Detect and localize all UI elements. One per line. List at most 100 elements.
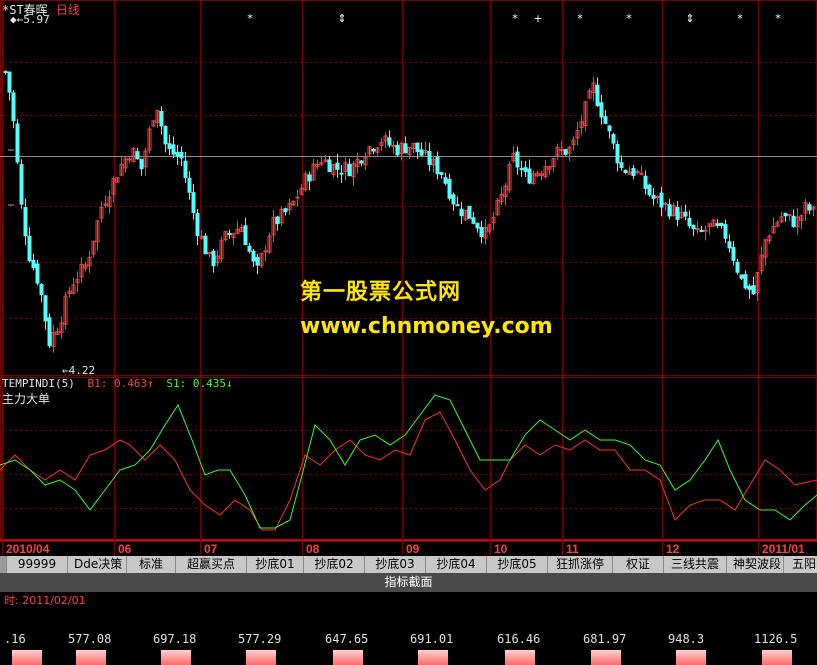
tab-狂抓涨停[interactable]: 狂抓涨停 (548, 556, 613, 573)
candle-body (723, 224, 728, 239)
candle-body (159, 110, 164, 127)
indicator-header: TEMPINDI(5) B1: 0.463↑ S1: 0.435↓ (2, 377, 233, 390)
candle-body (263, 250, 268, 253)
candle-body (283, 208, 288, 213)
candle-body (663, 202, 668, 205)
candle-body (435, 156, 440, 175)
signal-marker: * (626, 12, 632, 25)
tab-抄底03[interactable]: 抄底03 (365, 556, 426, 573)
bottom-value-bar (161, 650, 191, 665)
candle-body (607, 125, 612, 132)
candle-body (403, 143, 408, 154)
x-tick-label: 12 (666, 542, 680, 555)
candle-body (667, 204, 672, 217)
tab-抄底01[interactable]: 抄底01 (247, 556, 304, 573)
candle-body (735, 261, 740, 273)
date-bar: 时: 2011/02/01 (0, 592, 817, 610)
x-tick-label: 10 (494, 542, 508, 555)
candle-body (419, 149, 424, 156)
tab-Dde决策[interactable]: Dde决策 (68, 556, 127, 573)
candle-body (731, 247, 736, 261)
tab-抄底05[interactable]: 抄底05 (487, 556, 548, 573)
tab-五阳[interactable]: 五阳 (784, 556, 817, 573)
candle-body (35, 263, 40, 284)
candle-body (783, 212, 788, 217)
candle-body (659, 192, 664, 208)
candle-body (655, 195, 660, 198)
candle-body (747, 285, 752, 290)
bottom-value-bar (505, 650, 535, 665)
candle-body (751, 285, 756, 295)
candle-body (19, 164, 24, 205)
candle-body (247, 245, 252, 252)
candle-body (183, 160, 188, 179)
bottom-value-bar (676, 650, 706, 665)
candle-body (307, 174, 312, 182)
tab-三线共震[interactable]: 三线共震 (664, 556, 727, 573)
tab-超赢买点[interactable]: 超赢买点 (176, 556, 247, 573)
candle-body (139, 158, 144, 170)
candle-body (479, 226, 484, 238)
bottom-values: .16 577.08 697.18 577.29 647.65 691.01 616.46 6… (0, 610, 817, 665)
tab-标准[interactable]: 标准 (127, 556, 176, 573)
x-tick-label: 06 (118, 542, 132, 555)
bottom-value-bar (762, 650, 792, 665)
candle-body (359, 160, 364, 164)
candle-body (23, 207, 28, 237)
watermark-title: 第一股票公式网 (300, 280, 462, 305)
bottom-value-bar (246, 650, 276, 665)
bottom-value: 616.46 (497, 632, 541, 646)
bottom-value-bar (333, 650, 363, 665)
candle-body (643, 175, 648, 189)
bottom-value: 577.08 (68, 632, 112, 646)
candle-body (475, 222, 480, 229)
candle-body (651, 195, 656, 199)
candle-body (387, 137, 392, 146)
signal-marker: * (775, 12, 781, 25)
bottom-value: 681.97 (583, 632, 627, 646)
candle-body (595, 84, 600, 106)
candle-body (715, 223, 720, 226)
tab-99999[interactable]: 99999 (7, 556, 68, 573)
candle-body (391, 144, 396, 147)
candle-body (3, 71, 8, 74)
indicator-subtitle: 主力大单 (2, 392, 51, 406)
indicator-name: TEMPINDI(5) (2, 377, 75, 390)
tab-抄底04[interactable]: 抄底04 (426, 556, 487, 573)
indicator-panel-border (0, 377, 817, 540)
candle-body (603, 116, 608, 124)
bottom-value: .16 (4, 632, 26, 646)
candle-body (195, 213, 200, 237)
candle-body (211, 250, 216, 267)
tab-抄底02[interactable]: 抄底02 (304, 556, 365, 573)
signal-marker: * (577, 12, 583, 25)
candle-body (599, 102, 604, 118)
candle-body (187, 177, 192, 193)
tab-神契波段[interactable]: 神契波段 (727, 556, 784, 573)
x-tick-label: 11 (566, 542, 579, 555)
bottom-value: 697.18 (153, 632, 197, 646)
bottom-value: 577.29 (238, 632, 282, 646)
tab-handle[interactable] (0, 556, 7, 573)
bottom-value: 647.65 (325, 632, 369, 646)
bottom-value-bar (12, 650, 42, 665)
candle-body (327, 159, 332, 172)
candle-body (347, 163, 352, 177)
candle-body (471, 217, 476, 224)
candle-body (699, 229, 704, 232)
candle-body (275, 216, 280, 225)
candle-body (719, 222, 724, 227)
x-tick-label: 09 (406, 542, 420, 555)
bottom-value-bar (418, 650, 448, 665)
candle-body (727, 241, 732, 249)
candle-body (439, 172, 444, 176)
candle-body (615, 144, 620, 164)
candle-body (243, 225, 248, 246)
section-bar[interactable]: 指标截面 (0, 573, 817, 592)
bottom-value: 691.01 (410, 632, 454, 646)
candle-body (467, 205, 472, 219)
candle-body (167, 143, 172, 149)
tab-权证[interactable]: 权证 (613, 556, 664, 573)
x-tick-label: 08 (306, 542, 320, 555)
s1-series-line (0, 394, 817, 529)
